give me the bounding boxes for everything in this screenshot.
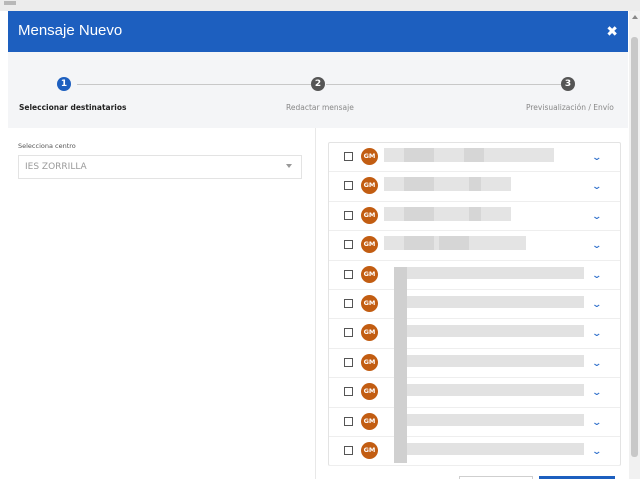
step-2-label: Redactar mensaje: [286, 103, 354, 112]
recipient-avatar: GM: [361, 265, 378, 283]
recipient-checkbox[interactable]: [344, 152, 353, 161]
expand-chevron-icon[interactable]: ⌄: [591, 241, 602, 251]
step-connector: [326, 84, 561, 85]
modal-title: Mensaje Nuevo: [18, 22, 123, 39]
top-strip-fragment: [4, 1, 16, 5]
recipient-avatar: GM: [361, 324, 378, 342]
recipient-list: GM ⌄ GM ⌄ GM ⌄ GM ⌄ GM ⌄ GM ⌄ GM ⌄ GM ⌄ GM ⌄ GM ⌄ GM ⌄: [328, 142, 621, 467]
recipient-name-redacted: [384, 206, 511, 221]
recipient-checkbox[interactable]: [344, 357, 353, 367]
browser-top-strip: [0, 0, 640, 11]
page-scrollbar[interactable]: [629, 11, 640, 479]
chevron-down-icon: [286, 164, 292, 168]
recipient-row[interactable]: GM ⌄: [329, 319, 620, 356]
recipient-row[interactable]: GM ⌄: [329, 143, 620, 173]
step-1-label: Seleccionar destinatarios: [19, 103, 127, 112]
step-1-indicator[interactable]: 1: [57, 77, 71, 91]
recipient-name-redacted: [407, 384, 584, 397]
close-icon[interactable]: ✖: [606, 24, 618, 40]
new-message-modal: Mensaje Nuevo ✖ 1 2 3 Seleccionar destin…: [8, 11, 628, 479]
expand-chevron-icon[interactable]: ⌄: [591, 182, 602, 192]
recipient-avatar: GM: [361, 177, 378, 195]
step-3-indicator[interactable]: 3: [561, 77, 575, 91]
recipient-row[interactable]: GM ⌄: [329, 437, 620, 467]
recipient-avatar: GM: [361, 383, 378, 401]
recipient-avatar: GM: [361, 442, 378, 459]
recipient-name-redacted: [384, 177, 511, 192]
recipient-checkbox[interactable]: [344, 328, 353, 338]
recipient-checkbox[interactable]: [344, 210, 353, 220]
scroll-up-icon[interactable]: [632, 15, 638, 19]
recipient-row[interactable]: GM ⌄: [329, 231, 620, 261]
stepper: 1 2 3 Seleccionar destinatarios Redactar…: [8, 52, 628, 128]
recipient-checkbox[interactable]: [344, 446, 353, 455]
recipient-name-redacted: [384, 148, 554, 162]
step-connector: [77, 84, 311, 85]
scrollbar-thumb[interactable]: [631, 37, 638, 457]
recipient-name-redacted: [407, 354, 584, 367]
recipient-name-redacted: [384, 236, 526, 251]
recipient-avatar: GM: [361, 148, 378, 165]
recipient-checkbox[interactable]: [344, 240, 353, 250]
expand-chevron-icon[interactable]: ⌄: [591, 388, 602, 398]
expand-chevron-icon[interactable]: ⌄: [591, 153, 602, 163]
recipient-avatar: GM: [361, 295, 378, 312]
recipient-name-redacted: [407, 413, 584, 426]
recipient-row[interactable]: GM ⌄: [329, 261, 620, 297]
expand-chevron-icon[interactable]: ⌄: [591, 212, 602, 222]
step-2-indicator[interactable]: 2: [311, 77, 325, 91]
recipient-checkbox[interactable]: [344, 181, 353, 191]
panel-divider: [315, 128, 316, 479]
recipient-avatar: GM: [361, 412, 378, 430]
recipient-row[interactable]: GM ⌄: [329, 290, 620, 326]
recipient-name-redacted: [394, 443, 407, 463]
recipient-name-redacted: [407, 325, 584, 338]
expand-chevron-icon[interactable]: ⌄: [591, 359, 602, 369]
expand-chevron-icon[interactable]: ⌄: [591, 300, 602, 310]
recipient-avatar: GM: [361, 236, 378, 254]
recipient-avatar: GM: [361, 206, 378, 224]
centro-section: Selecciona centro IES ZORRILLA: [18, 142, 302, 179]
step-3-label: Previsualización / Envío: [526, 103, 614, 112]
expand-chevron-icon[interactable]: ⌄: [591, 418, 602, 428]
recipient-name-redacted: [407, 296, 584, 308]
expand-chevron-icon[interactable]: ⌄: [591, 447, 602, 457]
recipient-row[interactable]: GM ⌄: [329, 172, 620, 202]
recipient-name-redacted: [407, 266, 584, 279]
recipient-checkbox[interactable]: [344, 299, 353, 308]
modal-header: Mensaje Nuevo ✖: [8, 11, 628, 52]
recipient-checkbox[interactable]: [344, 387, 353, 397]
recipient-avatar: GM: [361, 353, 378, 371]
centro-label: Selecciona centro: [18, 142, 76, 150]
recipient-checkbox[interactable]: [344, 269, 353, 279]
centro-select[interactable]: IES ZORRILLA: [18, 155, 302, 179]
recipient-row[interactable]: GM ⌄: [329, 408, 620, 444]
expand-chevron-icon[interactable]: ⌄: [591, 329, 602, 339]
recipient-row[interactable]: GM ⌄: [329, 202, 620, 232]
centro-select-value: IES ZORRILLA: [25, 162, 87, 172]
expand-chevron-icon[interactable]: ⌄: [591, 271, 602, 281]
recipient-checkbox[interactable]: [344, 416, 353, 426]
recipient-row[interactable]: GM ⌄: [329, 349, 620, 385]
recipient-name-redacted: [407, 443, 584, 455]
recipient-row[interactable]: GM ⌄: [329, 378, 620, 415]
